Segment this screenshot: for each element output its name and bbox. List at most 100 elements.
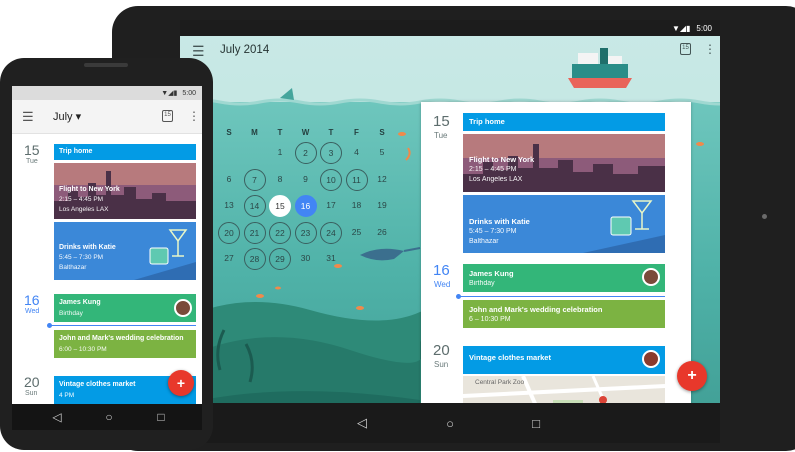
phone-nav-bar: ◁ ○ □ bbox=[12, 404, 202, 430]
calendar-day[interactable]: 25 bbox=[346, 222, 368, 244]
avatar bbox=[642, 350, 660, 368]
calendar-day[interactable]: 12 bbox=[371, 169, 393, 191]
tablet-nav-bar: ◁ ○ □ bbox=[180, 403, 720, 443]
event-vintage-market[interactable]: Vintage clothes market bbox=[463, 346, 665, 374]
calendar-today-icon[interactable]: 15 bbox=[162, 110, 173, 122]
tablet-screen: ▼◢▮ 5:00 ☰ July 2014 15 ⋮ SMTWTFS1234567… bbox=[180, 20, 720, 443]
event-subtitle: Birthday bbox=[469, 280, 495, 287]
cocktail-image bbox=[54, 222, 196, 280]
calendar-day[interactable]: 1 bbox=[269, 142, 291, 164]
calendar-day[interactable]: 11 bbox=[345, 168, 368, 191]
calendar-today-icon[interactable]: 15 bbox=[680, 43, 691, 55]
event-drinks[interactable]: Drinks with Katie 5:45 – 7:30 PM Balthaz… bbox=[54, 222, 196, 280]
event-title: Drinks with Katie bbox=[469, 217, 530, 226]
calendar-day[interactable]: 30 bbox=[295, 248, 317, 270]
calendar-day[interactable]: 28 bbox=[243, 248, 266, 270]
more-vert-icon[interactable]: ⋮ bbox=[188, 109, 200, 123]
menu-icon[interactable]: ☰ bbox=[22, 109, 34, 125]
tablet-app-bar: ☰ July 2014 15 ⋮ bbox=[180, 36, 720, 66]
add-icon: + bbox=[176, 375, 186, 391]
event-location: Los Angeles LAX bbox=[59, 206, 109, 213]
event-title: Drinks with Katie bbox=[59, 244, 116, 251]
date-weekday: Tue bbox=[26, 158, 38, 165]
event-time: 4 PM bbox=[59, 392, 75, 399]
calendar-day[interactable]: 17 bbox=[320, 195, 342, 217]
map-label: Central Park Zoo bbox=[475, 379, 525, 386]
date-number: 20 bbox=[433, 342, 450, 359]
phone-status-bar: ▼◢▮ 5:00 bbox=[12, 86, 202, 100]
add-event-fab[interactable]: + bbox=[168, 370, 194, 396]
event-flight[interactable]: Flight to New York 2:15 – 4:45 PM Los An… bbox=[463, 134, 665, 192]
event-wedding[interactable]: John and Mark's wedding celebration 6:00… bbox=[54, 330, 196, 358]
tablet-camera bbox=[762, 214, 767, 219]
calendar-day[interactable]: 8 bbox=[269, 169, 291, 191]
back-icon[interactable]: ◁ bbox=[42, 404, 72, 430]
add-event-fab[interactable]: + bbox=[677, 361, 707, 391]
recent-apps-icon[interactable]: □ bbox=[521, 403, 551, 443]
event-james-birthday[interactable]: James Kung Birthday bbox=[463, 264, 665, 292]
home-icon[interactable]: ○ bbox=[435, 403, 465, 443]
event-james-birthday[interactable]: James Kung Birthday bbox=[54, 294, 196, 322]
calendar-day[interactable]: 26 bbox=[371, 222, 393, 244]
calendar-day[interactable]: 13 bbox=[218, 195, 240, 217]
calendar-day[interactable]: 14 bbox=[243, 195, 266, 217]
calendar-day[interactable]: 15 bbox=[269, 195, 291, 217]
calendar-day[interactable]: 7 bbox=[243, 168, 266, 191]
month-dropdown[interactable]: July ▾ bbox=[53, 110, 81, 123]
date-weekday: Sun bbox=[25, 390, 38, 397]
calendar-day[interactable]: 5 bbox=[371, 142, 393, 164]
calendar-day[interactable]: 3 bbox=[320, 142, 342, 164]
tablet-status-bar: ▼◢▮ 5:00 bbox=[180, 20, 720, 36]
weekday-header: W bbox=[301, 128, 310, 137]
event-title: John and Mark's wedding celebration bbox=[59, 335, 184, 342]
event-title: Trip home bbox=[59, 148, 93, 155]
calendar-day[interactable]: 31 bbox=[320, 248, 342, 270]
month-title[interactable]: July 2014 bbox=[220, 44, 269, 56]
event-title: Flight to New York bbox=[59, 186, 120, 193]
event-location: Balthazar bbox=[469, 238, 499, 245]
event-time: 2:15 – 4:45 PM bbox=[469, 166, 517, 173]
phone-screen: ▼◢▮ 5:00 ☰ July ▾ 15 ⋮ 15 Tue Trip home … bbox=[12, 86, 202, 404]
calendar-day[interactable]: 10 bbox=[320, 168, 342, 191]
event-title: Vintage clothes market bbox=[59, 381, 136, 388]
date-number: 16 bbox=[433, 262, 450, 279]
status-time: 5:00 bbox=[696, 23, 712, 33]
current-time-line bbox=[50, 325, 196, 326]
more-vert-icon[interactable]: ⋮ bbox=[704, 42, 716, 56]
back-icon[interactable]: ◁ bbox=[347, 403, 377, 443]
event-wedding[interactable]: John and Mark's wedding celebration 6 – … bbox=[463, 300, 665, 328]
event-location: Balthazar bbox=[59, 264, 87, 271]
calendar-day[interactable]: 4 bbox=[346, 142, 368, 164]
home-icon[interactable]: ○ bbox=[94, 404, 124, 430]
status-icons: ▼◢▮ bbox=[671, 23, 691, 33]
event-drinks[interactable]: Drinks with Katie 5:45 – 7:30 PM Balthaz… bbox=[463, 195, 665, 253]
calendar-day[interactable]: 18 bbox=[346, 195, 368, 217]
event-flight[interactable]: Flight to New York 2:15 – 4:45 PM Los An… bbox=[54, 163, 196, 219]
calendar-day[interactable]: 27 bbox=[218, 248, 240, 270]
agenda-panel: 15 Tue Trip home Flight to New York 2:15… bbox=[421, 102, 691, 422]
add-icon: + bbox=[687, 367, 697, 384]
recent-apps-icon[interactable]: □ bbox=[146, 404, 176, 430]
calendar-day[interactable]: 2 bbox=[294, 142, 317, 164]
calendar-day[interactable]: 21 bbox=[243, 221, 266, 244]
event-trip-home[interactable]: Trip home bbox=[54, 144, 196, 160]
status-time: 5:00 bbox=[182, 89, 196, 97]
event-time: 6:00 – 10:30 PM bbox=[59, 346, 107, 353]
calendar-day[interactable]: 20 bbox=[218, 221, 240, 244]
event-time: 2:15 – 4:45 PM bbox=[59, 196, 104, 203]
calendar-day[interactable]: 22 bbox=[269, 221, 291, 244]
calendar-day[interactable]: 29 bbox=[269, 248, 291, 270]
event-title: Flight to New York bbox=[469, 155, 535, 164]
calendar-day[interactable]: 6 bbox=[218, 169, 240, 191]
menu-icon[interactable]: ☰ bbox=[192, 43, 205, 60]
calendar-day[interactable]: 23 bbox=[294, 221, 317, 244]
date-number: 20 bbox=[24, 374, 40, 390]
calendar-day[interactable]: 16 bbox=[294, 195, 317, 217]
calendar-day[interactable]: 24 bbox=[320, 221, 342, 244]
avatar bbox=[642, 268, 660, 286]
event-title: John and Mark's wedding celebration bbox=[469, 305, 603, 314]
event-trip-home[interactable]: Trip home bbox=[463, 113, 665, 131]
calendar-day[interactable]: 19 bbox=[371, 195, 393, 217]
event-time: 5:45 – 7:30 PM bbox=[59, 254, 104, 261]
calendar-day[interactable]: 9 bbox=[295, 169, 317, 191]
